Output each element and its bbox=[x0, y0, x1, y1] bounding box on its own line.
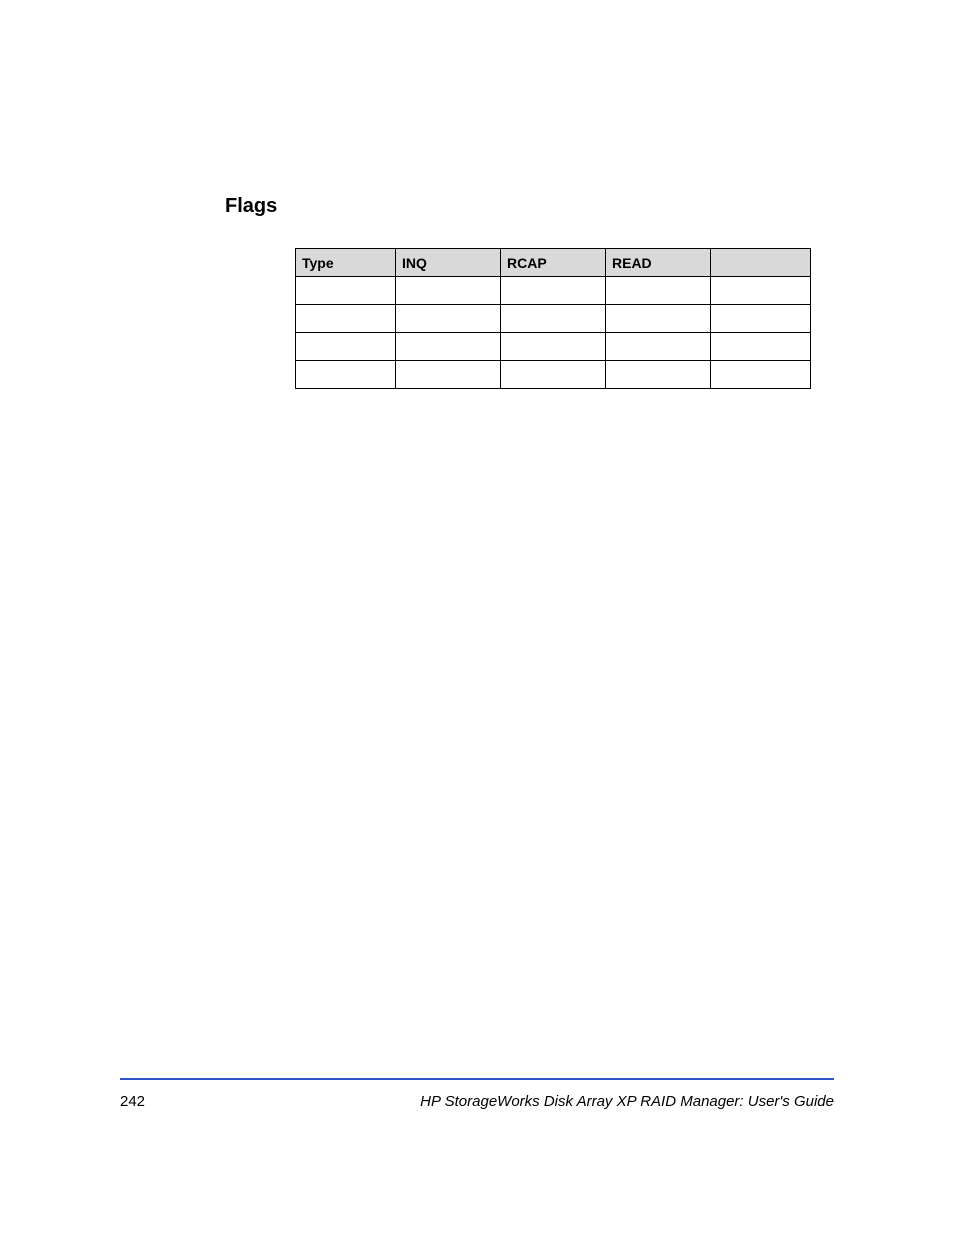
table-header-row: Type INQ RCAP READ bbox=[296, 249, 811, 277]
table-cell bbox=[501, 305, 606, 333]
table-cell bbox=[501, 333, 606, 361]
footer-rule bbox=[120, 1078, 834, 1080]
table-cell bbox=[396, 305, 501, 333]
flags-table: Type INQ RCAP READ bbox=[295, 248, 811, 389]
table-cell bbox=[711, 277, 811, 305]
table-cell bbox=[296, 361, 396, 389]
table-cell bbox=[501, 277, 606, 305]
table-cell bbox=[296, 305, 396, 333]
section-heading-flags: Flags bbox=[225, 195, 834, 218]
table-cell bbox=[606, 277, 711, 305]
table-cell bbox=[711, 305, 811, 333]
table-cell bbox=[396, 277, 501, 305]
table-header-blank bbox=[711, 249, 811, 277]
table-cell bbox=[711, 361, 811, 389]
page-number: 242 bbox=[120, 1093, 145, 1110]
table-cell bbox=[296, 333, 396, 361]
table-cell bbox=[606, 361, 711, 389]
table-cell bbox=[711, 333, 811, 361]
footer: 242 HP StorageWorks Disk Array XP RAID M… bbox=[120, 1093, 834, 1110]
table-row bbox=[296, 305, 811, 333]
table-header-inq: INQ bbox=[396, 249, 501, 277]
table-cell bbox=[296, 277, 396, 305]
table-cell bbox=[501, 361, 606, 389]
table-header-type: Type bbox=[296, 249, 396, 277]
table-row bbox=[296, 277, 811, 305]
table-row bbox=[296, 361, 811, 389]
table-header-read: READ bbox=[606, 249, 711, 277]
table-cell bbox=[396, 361, 501, 389]
table-cell bbox=[396, 333, 501, 361]
footer-title: HP StorageWorks Disk Array XP RAID Manag… bbox=[420, 1093, 834, 1110]
table-cell bbox=[606, 305, 711, 333]
table-header-rcap: RCAP bbox=[501, 249, 606, 277]
table-cell bbox=[606, 333, 711, 361]
table-row bbox=[296, 333, 811, 361]
